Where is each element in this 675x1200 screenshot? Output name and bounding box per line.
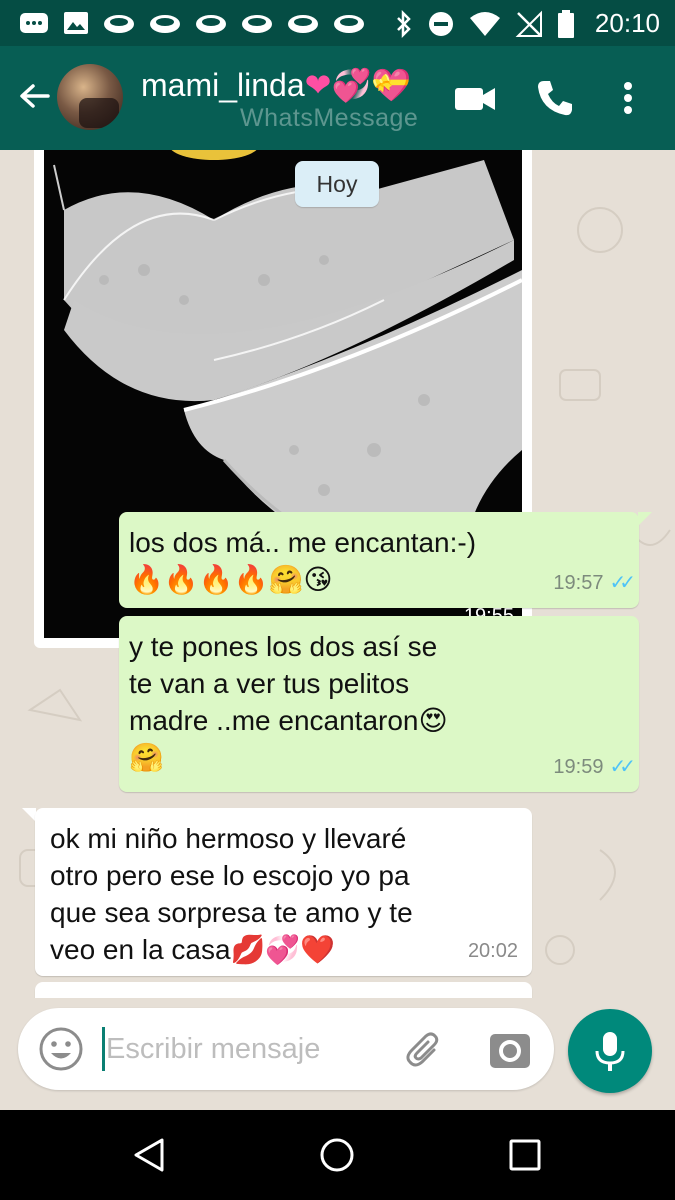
- read-ticks-icon: ✓✓: [609, 756, 635, 778]
- message-time: 19:59: [553, 756, 604, 778]
- clock: 20:10: [594, 8, 660, 38]
- message-meta: 19:57 ✓✓: [553, 565, 635, 602]
- more-options-icon[interactable]: [610, 76, 654, 120]
- bubble-tail: [22, 808, 36, 822]
- message-time: 19:57: [553, 572, 604, 594]
- nav-home-icon[interactable]: [319, 1137, 355, 1173]
- incoming-message-partial[interactable]: [35, 982, 532, 998]
- messages-icon: [20, 13, 48, 33]
- voice-record-button[interactable]: [568, 1009, 652, 1093]
- bluetooth-icon: [397, 9, 411, 38]
- cloud-icon: [150, 15, 180, 33]
- android-nav-bar: [0, 1110, 675, 1200]
- camera-icon[interactable]: [488, 1028, 532, 1072]
- microphone-icon: [595, 1032, 625, 1071]
- text-cursor: [102, 1027, 105, 1071]
- nav-recents-icon[interactable]: [507, 1137, 543, 1173]
- message-text: ok mi niño hermoso y llevaré otro pero e…: [50, 823, 413, 965]
- message-meta: 19:59 ✓✓: [553, 749, 635, 786]
- message-text: y te pones los dos así se te van a ver t…: [129, 631, 448, 773]
- incoming-message[interactable]: ok mi niño hermoso y llevaré otro pero e…: [35, 808, 532, 976]
- contact-name-emojis: ❤💞💝: [304, 67, 412, 103]
- contact-name-text: mami_linda: [141, 67, 305, 103]
- date-chip: Hoy: [295, 161, 379, 207]
- wifi-icon: [469, 11, 500, 36]
- phone-call-icon[interactable]: [533, 76, 577, 120]
- cloud-icon: [242, 15, 272, 33]
- image-icon: [64, 12, 88, 34]
- cloud-icon: [196, 15, 226, 33]
- cloud-icon: [288, 15, 318, 33]
- contact-subtitle: WhatsMessage: [240, 104, 419, 132]
- bubble-tail: [638, 512, 652, 526]
- read-ticks-icon: ✓✓: [609, 572, 635, 594]
- outgoing-message[interactable]: los dos má.. me encantan:-) 🔥🔥🔥🔥🤗😘 19:57…: [119, 512, 639, 608]
- message-input[interactable]: [106, 1024, 366, 1074]
- message-meta: 20:02: [468, 933, 518, 970]
- battery-icon: [557, 9, 574, 38]
- message-time: 20:02: [467, 940, 518, 962]
- emoji-icon[interactable]: [38, 1026, 84, 1072]
- back-arrow-icon[interactable]: [14, 76, 54, 116]
- contact-name[interactable]: mami_linda❤💞💝: [141, 66, 411, 104]
- cloud-icon: [104, 15, 134, 33]
- attachment-icon[interactable]: [404, 1028, 448, 1072]
- composer-bar: [0, 998, 675, 1110]
- video-call-icon[interactable]: [453, 76, 497, 120]
- do-not-disturb-icon: [428, 11, 453, 36]
- outgoing-message[interactable]: y te pones los dos así se te van a ver t…: [119, 616, 639, 792]
- no-signal-icon: [515, 10, 542, 37]
- cloud-icon: [334, 15, 364, 33]
- message-composer[interactable]: [18, 1008, 554, 1090]
- contact-avatar[interactable]: [57, 64, 123, 130]
- nav-back-icon[interactable]: [132, 1137, 168, 1173]
- chat-header: mami_linda❤💞💝 WhatsMessage: [0, 46, 675, 150]
- chat-area[interactable]: 19:55 Hoy los dos má.. me encantan:-) 🔥🔥…: [0, 150, 675, 998]
- notification-icons: [18, 10, 366, 36]
- system-icons: 20:10: [395, 8, 660, 39]
- status-bar: 20:10: [0, 0, 675, 46]
- message-text: los dos má.. me encantan:-) 🔥🔥🔥🔥🤗😘: [129, 527, 477, 595]
